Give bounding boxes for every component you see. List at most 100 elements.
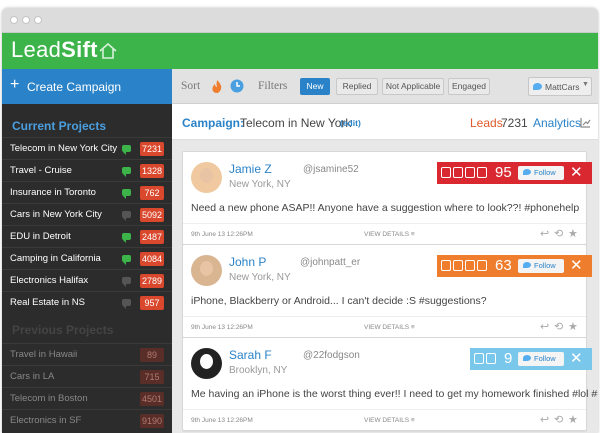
logo-text-plain: Lead (11, 37, 62, 62)
filter-replied[interactable]: Replied (336, 78, 378, 95)
reply-icon[interactable]: ↩ (540, 413, 549, 426)
window-close-dot[interactable] (10, 16, 18, 24)
lead-score-banner: 9 Follow ✕ (470, 348, 592, 370)
sidebar-project-item[interactable]: Telecom in New York City 7231 (2, 137, 172, 159)
favorite-icon[interactable]: ★ (568, 320, 578, 333)
filters-label: Filters (258, 80, 288, 92)
twitter-bird-icon (523, 262, 531, 268)
twitter-bird-icon (533, 83, 542, 90)
create-campaign-button[interactable]: + Create Campaign (2, 69, 172, 104)
project-name: Cars in New York City (10, 209, 102, 220)
view-details-link[interactable]: VIEW DETAILS ≡ (364, 324, 415, 331)
tweet-date: 9th June 13 12:26PM (191, 417, 253, 424)
signal-icon (477, 260, 487, 271)
lead-signal-icons (441, 260, 489, 272)
toolbar: Sort Filters New Replied Not Applicable … (172, 69, 598, 104)
window-maximize-dot[interactable] (34, 16, 42, 24)
comment-icon (122, 211, 131, 221)
lead-score: 9 (504, 350, 513, 367)
filter-new[interactable]: New (300, 78, 330, 95)
view-details-link[interactable]: VIEW DETAILS ≡ (364, 417, 415, 424)
follow-label: Follow (534, 261, 556, 270)
avatar[interactable] (191, 348, 222, 379)
dismiss-icon[interactable]: ✕ (570, 351, 583, 366)
favorite-icon[interactable]: ★ (568, 227, 578, 240)
favorite-icon[interactable]: ★ (568, 413, 578, 426)
project-name: Camping in California (10, 253, 101, 264)
lead-handle[interactable]: @jsamine52 (303, 164, 359, 175)
sidebar-project-item[interactable]: Insurance in Toronto 762 (2, 181, 172, 203)
tweet-text: iPhone, Blackberry or Android... I can't… (191, 295, 487, 307)
signal-icon (441, 167, 451, 178)
analytics-chart-icon[interactable] (580, 117, 591, 128)
tweet-text: Need a new phone ASAP!! Anyone have a su… (191, 202, 580, 214)
project-lead-count: 762 (140, 186, 164, 200)
project-lead-count: 2789 (140, 274, 164, 288)
avatar[interactable] (191, 255, 222, 286)
lead-handle[interactable]: @22fodgson (303, 350, 360, 361)
clock-sort-icon[interactable] (230, 79, 244, 93)
dismiss-icon[interactable]: ✕ (570, 258, 583, 273)
leads-count: 7231 (501, 116, 528, 130)
sidebar-project-item[interactable]: Camping in California 4084 (2, 247, 172, 269)
reply-icon[interactable]: ↩ (540, 320, 549, 333)
avatar[interactable] (191, 162, 222, 193)
follow-label: Follow (534, 168, 556, 177)
title-bar (2, 8, 598, 33)
tweet-actions: ↩ ⟲ ★ (540, 413, 580, 427)
sidebar-project-item[interactable]: Cars in New York City 5092 (2, 203, 172, 225)
lead-card: Sarah F @22fodgson Brooklyn, NY Me having a… (182, 337, 598, 431)
retweet-icon[interactable]: ⟲ (554, 227, 563, 240)
campaign-bar: Campaign: Telecom in New York (edit) Lea… (172, 104, 598, 140)
follow-button[interactable]: Follow (518, 259, 564, 273)
sidebar-project-item[interactable]: Electronics Halifax 2789 (2, 269, 172, 291)
follow-button[interactable]: Follow (518, 166, 564, 180)
lead-score: 63 (495, 257, 512, 274)
dismiss-icon[interactable]: ✕ (570, 165, 583, 180)
project-lead-count: 957 (140, 296, 164, 310)
comment-icon (122, 255, 131, 265)
view-details-link[interactable]: VIEW DETAILS ≡ (364, 231, 415, 238)
reply-icon[interactable]: ↩ (540, 227, 549, 240)
lead-signal-icons (474, 353, 498, 365)
sidebar-previous-project-item[interactable]: Electronics in SF 9190 (2, 409, 172, 431)
filter-not-applicable[interactable]: Not Applicable (382, 78, 444, 95)
tweet-date: 9th June 13 12:26PM (191, 231, 253, 238)
project-name: Real Estate in NS (10, 297, 85, 308)
sidebar-project-item[interactable]: Real Estate in NS 957 (2, 291, 172, 313)
lead-handle[interactable]: @johnpatt_er (300, 257, 360, 268)
comment-icon (122, 145, 131, 155)
lead-name[interactable]: Jamie Z (229, 162, 272, 176)
user-account-dropdown[interactable]: MattCars ▼ (528, 77, 592, 96)
sidebar-project-item[interactable]: EDU in Detroit 2487 (2, 225, 172, 247)
comment-icon (122, 167, 131, 177)
sidebar-previous-project-item[interactable]: Travel in Hawaii 89 (2, 343, 172, 365)
home-icon[interactable] (98, 42, 118, 60)
sidebar-previous-project-item[interactable]: Cars in LA 715 (2, 365, 172, 387)
sidebar-previous-project-item[interactable]: Telecom in Boston 4501 (2, 387, 172, 409)
retweet-icon[interactable]: ⟲ (554, 413, 563, 426)
signal-icon (441, 260, 451, 271)
campaign-edit-link[interactable]: (edit) (340, 118, 361, 128)
project-name: Electronics Halifax (10, 275, 89, 286)
sidebar-project-item[interactable]: Travel - Cruise 1328 (2, 159, 172, 181)
sort-label: Sort (181, 80, 201, 92)
filter-engaged[interactable]: Engaged (448, 78, 490, 95)
follow-button[interactable]: Follow (518, 352, 564, 366)
signal-icon (465, 260, 475, 271)
window-minimize-dot[interactable] (22, 16, 30, 24)
lead-score: 95 (495, 164, 512, 181)
lead-name[interactable]: Sarah F (229, 348, 272, 362)
tweet-date: 9th June 13 12:26PM (191, 324, 253, 331)
project-name: EDU in Detroit (10, 231, 71, 242)
fire-sort-icon[interactable] (211, 79, 223, 94)
analytics-link[interactable]: Analytics (533, 116, 581, 130)
lead-name[interactable]: John P (229, 255, 266, 269)
project-lead-count: 2487 (140, 230, 164, 244)
current-projects-title: Current Projects (12, 119, 107, 133)
tweet-text: Me having an iPhone is the worst thing e… (191, 388, 598, 400)
signal-icon (465, 167, 475, 178)
retweet-icon[interactable]: ⟲ (554, 320, 563, 333)
lead-card: John P @johnpatt_er New York, NY iPhone, Bl… (182, 244, 592, 338)
project-name: Cars in LA (10, 371, 55, 382)
